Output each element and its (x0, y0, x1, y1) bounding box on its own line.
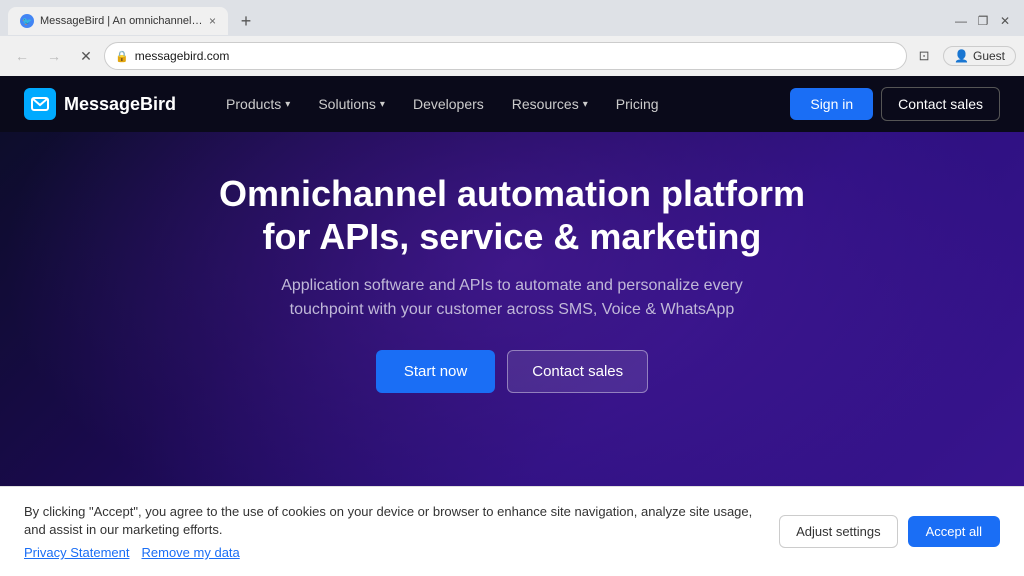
lock-icon: 🔒 (115, 50, 129, 63)
hero-title: Omnichannel automation platformfor APIs,… (219, 172, 805, 258)
privacy-statement-link[interactable]: Privacy Statement (24, 545, 130, 560)
site-navbar: MessageBird Products ▾ Solutions ▾ Devel… (0, 76, 1024, 132)
website-content: MessageBird Products ▾ Solutions ▾ Devel… (0, 76, 1024, 576)
logo-text: MessageBird (64, 94, 176, 115)
guest-profile-button[interactable]: 👤 Guest (943, 46, 1016, 66)
new-tab-button[interactable]: + (232, 7, 260, 35)
active-tab[interactable]: 🐦 MessageBird | An omnichannel c... × (8, 7, 228, 35)
minimize-button[interactable]: — (954, 14, 968, 28)
cookie-text-section: By clicking "Accept", you agree to the u… (24, 503, 759, 560)
forward-button[interactable]: → (40, 42, 68, 70)
nav-solutions[interactable]: Solutions ▾ (308, 92, 395, 116)
browser-action-icons: ⊡ 👤 Guest (911, 43, 1016, 69)
signin-button[interactable]: Sign in (790, 88, 873, 120)
tab-close-btn[interactable]: × (209, 14, 216, 28)
nav-products[interactable]: Products ▾ (216, 92, 300, 116)
chevron-down-icon: ▾ (380, 99, 385, 110)
contact-sales-button[interactable]: Contact sales (881, 87, 1000, 121)
nav-resources[interactable]: Resources ▾ (502, 92, 598, 116)
nav-links: Products ▾ Solutions ▾ Developers Resour… (216, 92, 790, 116)
nav-pricing[interactable]: Pricing (606, 92, 669, 116)
chevron-down-icon: ▾ (583, 99, 588, 110)
browser-chrome: 🐦 MessageBird | An omnichannel c... × + … (0, 0, 1024, 76)
tab-bar: 🐦 MessageBird | An omnichannel c... × + … (0, 0, 1024, 36)
hero-content: Omnichannel automation platformfor APIs,… (219, 172, 805, 393)
hero-buttons: Start now Contact sales (219, 350, 805, 393)
site-logo[interactable]: MessageBird (24, 88, 176, 120)
person-icon: 👤 (954, 49, 969, 63)
cookie-description: By clicking "Accept", you agree to the u… (24, 503, 759, 539)
hero-subtitle: Application software and APIs to automat… (219, 274, 805, 322)
start-now-button[interactable]: Start now (376, 350, 495, 393)
back-button[interactable]: ← (8, 42, 36, 70)
logo-icon (24, 88, 56, 120)
adjust-settings-button[interactable]: Adjust settings (779, 515, 898, 548)
cookie-actions: Adjust settings Accept all (779, 515, 1000, 548)
remove-my-data-link[interactable]: Remove my data (142, 545, 240, 560)
refresh-button[interactable]: ✕ (72, 42, 100, 70)
url-bar[interactable]: 🔒 messagebird.com (104, 42, 907, 70)
accept-all-button[interactable]: Accept all (908, 516, 1000, 547)
close-button[interactable]: ✕ (998, 14, 1012, 28)
chevron-down-icon: ▾ (285, 99, 290, 110)
url-text: messagebird.com (135, 49, 230, 63)
tab-favicon: 🐦 (20, 14, 34, 28)
cookie-links: Privacy Statement Remove my data (24, 545, 759, 560)
maximize-button[interactable]: ❐ (976, 14, 990, 28)
tab-title: MessageBird | An omnichannel c... (40, 15, 203, 27)
address-bar: ← → ✕ 🔒 messagebird.com ⊡ 👤 Guest (0, 36, 1024, 76)
nav-actions: Sign in Contact sales (790, 87, 1000, 121)
nav-developers[interactable]: Developers (403, 92, 494, 116)
contact-sales-hero-button[interactable]: Contact sales (507, 350, 648, 393)
window-controls: — ❐ ✕ (954, 14, 1016, 28)
extensions-icon[interactable]: ⊡ (911, 43, 937, 69)
hero-section: Omnichannel automation platformfor APIs,… (0, 132, 1024, 576)
cookie-banner: By clicking "Accept", you agree to the u… (0, 486, 1024, 576)
